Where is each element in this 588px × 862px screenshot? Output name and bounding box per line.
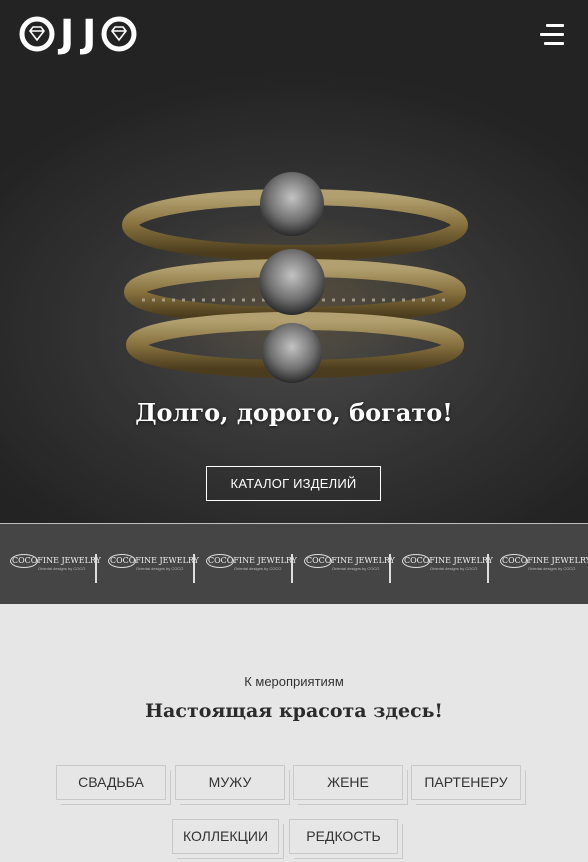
brand-logo[interactable]: COCOFINE JEWELRY Oriental designs by COC… (206, 554, 297, 574)
brand-logo[interactable]: COCOFINE JEWELRY Oriental designs by COC… (10, 554, 101, 574)
catalog-button[interactable]: КАТАЛОГ ИЗДЕЛИЙ (206, 466, 381, 501)
tag-partner[interactable]: ПАРТЕНЕРУ (411, 765, 521, 800)
tag-wedding[interactable]: СВАДЬБА (56, 765, 166, 800)
tag-husband[interactable]: МУЖУ (175, 765, 285, 800)
brand-logo[interactable]: COCOFINE JEWELRY Oriental designs by COC… (500, 554, 588, 574)
tag-collections[interactable]: КОЛЛЕКЦИИ (172, 819, 279, 854)
hamburger-menu-icon[interactable] (536, 24, 564, 48)
section-title: Настоящая красота здесь! (145, 700, 443, 722)
brand-logos-strip: COCOFINE JEWELRY Oriental designs by COC… (0, 524, 588, 604)
top-bar: J J (0, 0, 588, 70)
brand-logo[interactable]: COCOFINE JEWELRY Oriental designs by COC… (304, 554, 395, 574)
logo-o-diamond-icon (101, 16, 137, 52)
rings-image (0, 0, 588, 604)
section-kicker: К мероприятиям (244, 674, 344, 689)
brand-separator (487, 554, 489, 583)
hero-title: Долго, дорого, богато! (135, 398, 453, 427)
tag-rarity[interactable]: РЕДКОСТЬ (289, 819, 398, 854)
brand-separator (95, 554, 97, 583)
logo-letter: J (82, 12, 97, 56)
brand-separator (389, 554, 391, 583)
logo-o-diamond-icon (19, 16, 55, 52)
brand-logo[interactable]: COCOFINE JEWELRY Oriental designs by COC… (108, 554, 199, 574)
hero-section: J J Долго, дорого, богато! КАТАЛОГ ИЗДЕЛ… (0, 0, 588, 604)
events-section: К мероприятиям Настоящая красота здесь! … (0, 604, 588, 862)
tag-wife[interactable]: ЖЕНЕ (293, 765, 403, 800)
brand-separator (291, 554, 293, 583)
brand-logo[interactable]: COCOFINE JEWELRY Oriental designs by COC… (402, 554, 493, 574)
brand-separator (193, 554, 195, 583)
logo-letter: J (60, 12, 75, 56)
logo[interactable]: J J (18, 12, 138, 56)
